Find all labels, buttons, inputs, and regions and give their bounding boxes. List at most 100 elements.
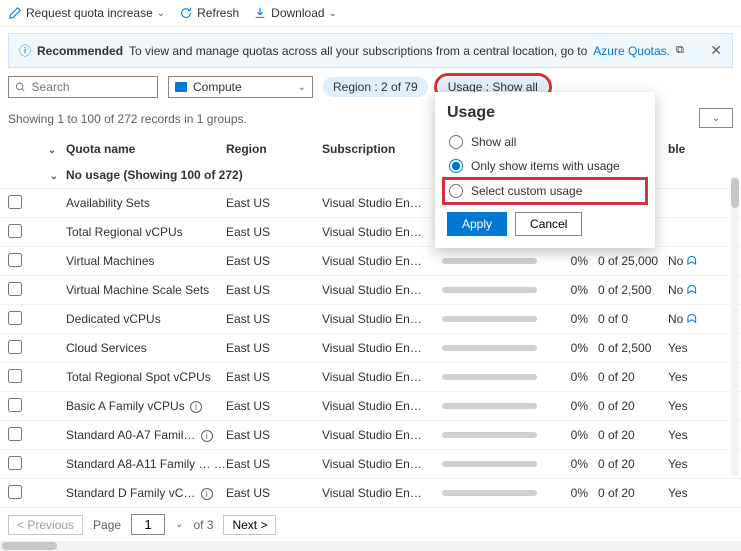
percent-cell: 0% (552, 457, 588, 471)
label: Request quota increase (26, 6, 153, 20)
usage-bar (442, 461, 537, 467)
cancel-button[interactable]: Cancel (515, 212, 582, 236)
chevron-down-icon: ⌄ (50, 171, 58, 182)
table-row[interactable]: Cloud ServicesEast USVisual Studio En…0%… (0, 333, 741, 362)
adjustable-cell: Yes (668, 399, 708, 413)
provider-dropdown[interactable]: Compute ⌄ (168, 76, 313, 98)
row-checkbox[interactable] (8, 485, 22, 499)
usage-bar (442, 316, 537, 322)
refresh-button[interactable]: Refresh (179, 6, 239, 20)
quota-name-cell: Total Regional Spot vCPUs (66, 370, 226, 384)
close-icon[interactable]: ✕ (710, 42, 722, 59)
search-box[interactable] (8, 76, 158, 98)
info-icon[interactable]: i (201, 430, 213, 442)
download-icon (253, 6, 267, 20)
adjustable-cell: No ᗣ (668, 254, 708, 269)
page-input[interactable] (131, 514, 165, 535)
chevron-down-icon: ⌄ (157, 8, 165, 19)
table-row[interactable]: Total Regional Spot vCPUsEast USVisual S… (0, 362, 741, 391)
row-checkbox[interactable] (8, 224, 22, 238)
request-quota-increase-button[interactable]: Request quota increase ⌄ (8, 6, 165, 20)
usage-option-show-all[interactable]: Show all (447, 130, 643, 154)
subscription-cell: Visual Studio En… (322, 196, 442, 210)
usage-cell: 0 of 2,500 (588, 341, 668, 355)
usage-option-with-usage[interactable]: Only show items with usage (447, 154, 643, 178)
percent-cell: 0% (552, 399, 588, 413)
download-button[interactable]: Download ⌄ (253, 6, 337, 20)
row-checkbox[interactable] (8, 253, 22, 267)
subscription-cell: Visual Studio En… (322, 283, 442, 297)
info-icon[interactable]: i (201, 488, 213, 500)
person-icon[interactable]: ᗣ (687, 254, 697, 268)
person-icon[interactable]: ᗣ (687, 283, 697, 297)
banner-text: To view and manage quotas across all you… (129, 44, 587, 58)
subscription-cell: Visual Studio En… (322, 399, 442, 413)
subscription-cell: Visual Studio En… (322, 486, 442, 500)
subscription-cell: Visual Studio En… (322, 370, 442, 384)
usage-cell: 0 of 20 (588, 370, 668, 384)
subscription-cell: Visual Studio En… (322, 341, 442, 355)
usage-cell: 0 of 0 (588, 312, 668, 326)
azure-quotas-link[interactable]: Azure Quotas. (593, 44, 670, 58)
column-options-dropdown[interactable]: ⌄ (699, 108, 733, 128)
person-icon[interactable]: ᗣ (687, 312, 697, 326)
vertical-scrollbar[interactable] (731, 176, 739, 476)
header-quota-name[interactable]: Quota name (66, 142, 226, 156)
radio-input[interactable] (449, 184, 463, 198)
search-input[interactable] (32, 80, 151, 94)
popup-buttons: Apply Cancel (447, 212, 643, 236)
header-subscription[interactable]: Subscription (322, 142, 442, 156)
info-icon[interactable]: i (190, 401, 202, 413)
next-page-button[interactable]: Next > (223, 515, 276, 535)
adjustable-cell: No ᗣ (668, 312, 708, 327)
adjustable-cell: Yes (668, 370, 708, 384)
chevron-down-icon: ⌄ (329, 8, 337, 19)
table-row[interactable]: Standard A0-A7 Famil… iEast USVisual Stu… (0, 420, 741, 449)
header-region[interactable]: Region (226, 142, 322, 156)
apply-button[interactable]: Apply (447, 212, 507, 236)
row-checkbox[interactable] (8, 456, 22, 470)
percent-cell: 0% (552, 283, 588, 297)
table-row[interactable]: Basic A Family vCPUs iEast USVisual Stud… (0, 391, 741, 420)
quota-name-cell: Total Regional vCPUs (66, 225, 226, 239)
table-row[interactable]: Virtual Machine Scale SetsEast USVisual … (0, 275, 741, 304)
scrollbar-thumb[interactable] (731, 178, 739, 208)
compute-icon (175, 82, 187, 92)
usage-bar (442, 490, 537, 496)
subscription-cell: Visual Studio En… (322, 457, 442, 471)
scrollbar-thumb[interactable] (2, 542, 57, 550)
chevron-down-icon[interactable]: ⌄ (48, 145, 56, 156)
subscription-cell: Visual Studio En… (322, 225, 442, 239)
usage-bar (442, 258, 537, 264)
table-row[interactable]: Dedicated vCPUsEast USVisual Studio En…0… (0, 304, 741, 333)
percent-cell: 0% (552, 370, 588, 384)
table-row[interactable]: Standard D Family vC… iEast USVisual Stu… (0, 478, 741, 507)
quota-name-cell: Basic A Family vCPUs i (66, 399, 226, 413)
previous-page-button[interactable]: < Previous (8, 515, 83, 535)
row-checkbox[interactable] (8, 427, 22, 441)
usage-cell: 0 of 20 (588, 428, 668, 442)
info-icon[interactable]: i (216, 459, 226, 471)
row-checkbox[interactable] (8, 369, 22, 383)
radio-input[interactable] (449, 159, 463, 173)
row-checkbox[interactable] (8, 282, 22, 296)
pencil-icon (8, 6, 22, 20)
radio-input[interactable] (449, 135, 463, 149)
lightbulb-icon: ⓘ (19, 42, 31, 59)
row-checkbox[interactable] (8, 311, 22, 325)
row-checkbox[interactable] (8, 340, 22, 354)
row-checkbox[interactable] (8, 398, 22, 412)
horizontal-scrollbar[interactable] (0, 541, 741, 551)
chevron-down-icon[interactable]: ⌄ (175, 519, 183, 530)
table-row[interactable]: Virtual MachinesEast USVisual Studio En…… (0, 246, 741, 275)
table-row[interactable]: Standard A8-A11 Family … iEast USVisual … (0, 449, 741, 478)
provider-label: Compute (193, 80, 242, 94)
header-adjustable[interactable]: ble (668, 142, 708, 156)
quota-name-cell: Standard D Family vC… i (66, 486, 226, 500)
quota-name-cell: Virtual Machine Scale Sets (66, 283, 226, 297)
label: Refresh (197, 6, 239, 20)
usage-bar (442, 374, 537, 380)
region-filter-pill[interactable]: Region : 2 of 79 (323, 77, 428, 97)
row-checkbox[interactable] (8, 195, 22, 209)
usage-option-custom[interactable]: Select custom usage (445, 180, 645, 202)
